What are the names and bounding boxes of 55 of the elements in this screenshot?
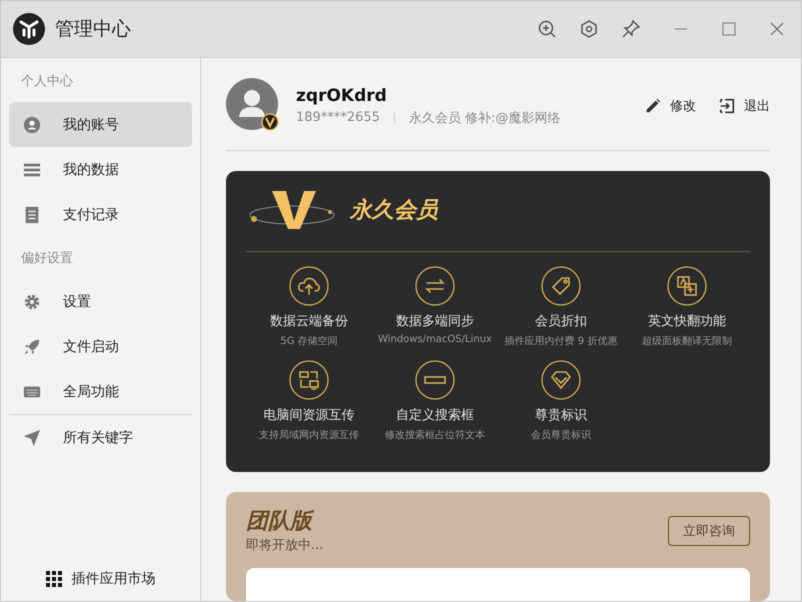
sidebar-item[interactable]: 我的数据 — [9, 147, 192, 192]
feature-subtitle: 支持局域网内资源互传 — [259, 428, 359, 442]
send-icon — [23, 428, 41, 446]
swap-arrows-icon — [415, 266, 455, 306]
feature-title: 英文快翻功能 — [648, 313, 726, 330]
user-name: zqrOKdrd — [296, 86, 388, 106]
feature-title: 电脑间资源互传 — [264, 407, 354, 424]
search-box-icon — [415, 360, 455, 400]
zoom-in-icon[interactable] — [537, 19, 557, 39]
team-title: 团队版 — [246, 508, 315, 536]
app-logo-icon — [13, 13, 45, 45]
team-subtitle: 即将开放中... — [246, 537, 324, 554]
translate-icon — [667, 266, 707, 306]
tag-icon — [541, 266, 581, 306]
list-icon — [23, 160, 41, 178]
feature-subtitle: 超级面板翻译无限制 — [642, 334, 732, 348]
devices-icon — [289, 360, 329, 400]
pencil-icon — [644, 97, 662, 115]
sidebar-item[interactable]: 文件启动 — [9, 324, 192, 369]
feature-subtitle: 插件应用内付费 9 折优惠 — [504, 334, 618, 348]
logout-button[interactable]: 退出 — [718, 97, 770, 115]
gear-icon — [23, 292, 41, 310]
settings-icon[interactable] — [579, 19, 599, 39]
close-icon[interactable] — [769, 21, 785, 37]
consult-button[interactable]: 立即咨询 — [668, 516, 750, 546]
maximize-icon[interactable] — [721, 21, 737, 37]
user-icon — [23, 116, 41, 134]
feature-title: 会员折扣 — [535, 313, 587, 330]
phone-number: 189****2655 — [296, 110, 380, 125]
feature-subtitle: Windows/macOS/Linux — [378, 334, 492, 345]
feature-subtitle: 会员尊贵标识 — [531, 428, 591, 442]
feature-subtitle: 5G 存储空间 — [280, 334, 338, 348]
sidebar-item[interactable]: 全局功能 — [9, 369, 192, 414]
vip-title: 永久会员 — [350, 196, 438, 225]
feature-title: 数据云端备份 — [270, 313, 348, 330]
membership-info: 永久会员 修补:@魔影网络 — [408, 110, 560, 126]
plugin-market-link[interactable]: 插件应用市场 — [40, 569, 162, 589]
grid-icon — [46, 571, 62, 587]
section-heading: 个人中心 — [20, 73, 74, 91]
exit-icon — [718, 97, 736, 115]
feature-subtitle: 修改搜索框占位符文本 — [385, 428, 485, 442]
sidebar-item[interactable]: 支付记录 — [9, 192, 192, 237]
feature-title: 数据多端同步 — [396, 313, 474, 330]
edit-button[interactable]: 修改 — [644, 97, 696, 115]
feature-title: 尊贵标识 — [535, 407, 587, 424]
sidebar-item[interactable]: 所有关键字 — [9, 415, 192, 460]
receipt-icon — [23, 206, 41, 224]
rocket-icon — [23, 338, 41, 356]
cloud-upload-icon — [289, 266, 329, 306]
feature-title: 自定义搜索框 — [396, 407, 474, 424]
section-heading: 偏好设置 — [20, 250, 74, 268]
sidebar-item[interactable]: 我的账号 — [9, 102, 192, 147]
window-title: 管理中心 — [55, 17, 131, 42]
pin-icon[interactable] — [621, 19, 641, 39]
sidebar-item[interactable]: 设置 — [9, 279, 192, 324]
